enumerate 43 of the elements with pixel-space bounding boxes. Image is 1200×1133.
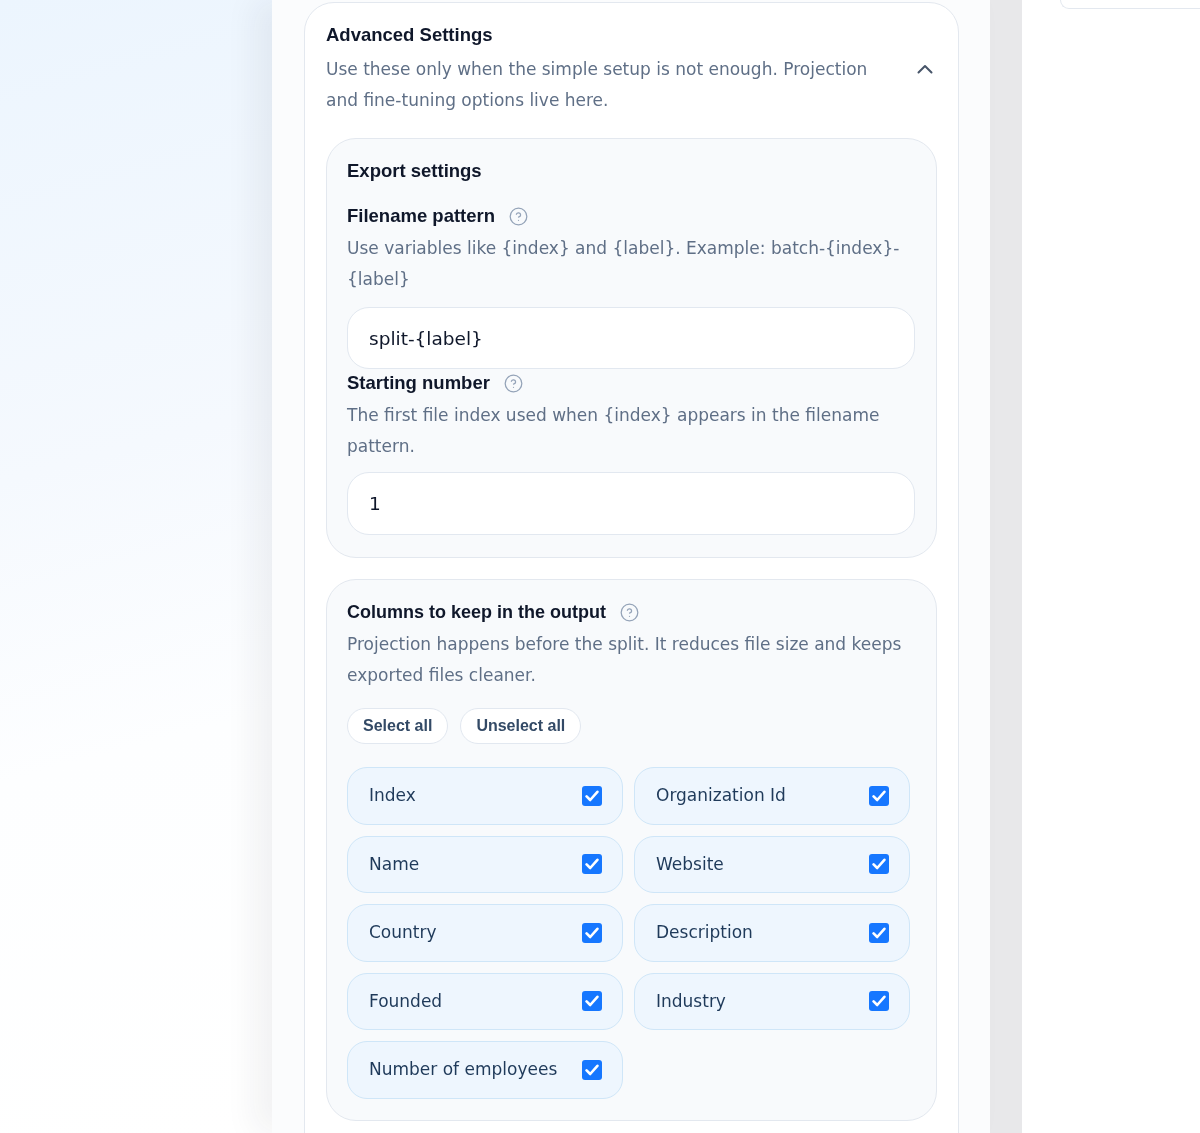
- field-label: Starting number: [347, 373, 490, 393]
- checkmark-icon: [585, 995, 599, 1008]
- checkbox[interactable]: [582, 922, 602, 943]
- checkbox[interactable]: [869, 991, 889, 1012]
- column-option[interactable]: Founded: [347, 972, 623, 1030]
- checkmark-icon: [585, 926, 599, 939]
- checkbox[interactable]: [582, 1059, 602, 1080]
- checkbox[interactable]: [582, 854, 602, 875]
- checkbox[interactable]: [869, 922, 889, 943]
- checkmark-icon: [872, 926, 886, 939]
- section-description: Use these only when the simple setup is not enough. Projection and fine-tuning options live here.: [326, 58, 869, 112]
- column-option[interactable]: Country: [347, 904, 623, 962]
- checkmark-icon: [585, 789, 599, 802]
- help-icon[interactable]: [509, 206, 529, 226]
- column-option[interactable]: Number of employees: [347, 1041, 623, 1099]
- column-option[interactable]: Name: [347, 835, 623, 893]
- field-description: Use variables like {index} and {label}. Example: batch-{index}-{label}: [347, 237, 901, 291]
- checkmark-icon: [585, 1063, 599, 1076]
- action-button[interactable]: Select all: [347, 708, 449, 744]
- checkmark-icon: [872, 789, 886, 802]
- column-option[interactable]: Description: [634, 904, 910, 962]
- help-icon[interactable]: [620, 602, 639, 622]
- section-title: Advanced Settings: [326, 24, 494, 46]
- card-title: Columns to keep in the output: [347, 601, 606, 623]
- checkbox[interactable]: [869, 785, 889, 806]
- column-option[interactable]: Index: [347, 767, 623, 825]
- column-option[interactable]: Industry: [634, 972, 910, 1030]
- field-label: Filename pattern: [347, 206, 496, 226]
- checkbox[interactable]: [582, 785, 602, 806]
- input-field[interactable]: split-{label}: [347, 307, 915, 369]
- checkbox[interactable]: [869, 854, 889, 875]
- checkmark-icon: [872, 995, 886, 1008]
- action-button[interactable]: Unselect all: [460, 708, 582, 744]
- checkmark-icon: [872, 858, 886, 871]
- field-description: The first file index used when {index} appears in the filename pattern.: [347, 404, 881, 458]
- checkbox[interactable]: [582, 991, 602, 1012]
- card-description: Projection happens before the split. It reduces file size and keeps exported files cleaner.: [347, 633, 903, 687]
- column-option[interactable]: Organization Id: [634, 767, 910, 825]
- card-title: Export settings: [347, 160, 483, 182]
- checkmark-icon: [585, 858, 599, 871]
- help-icon[interactable]: [503, 373, 523, 393]
- column-option[interactable]: Website: [634, 835, 910, 893]
- input-field[interactable]: 1: [347, 472, 915, 535]
